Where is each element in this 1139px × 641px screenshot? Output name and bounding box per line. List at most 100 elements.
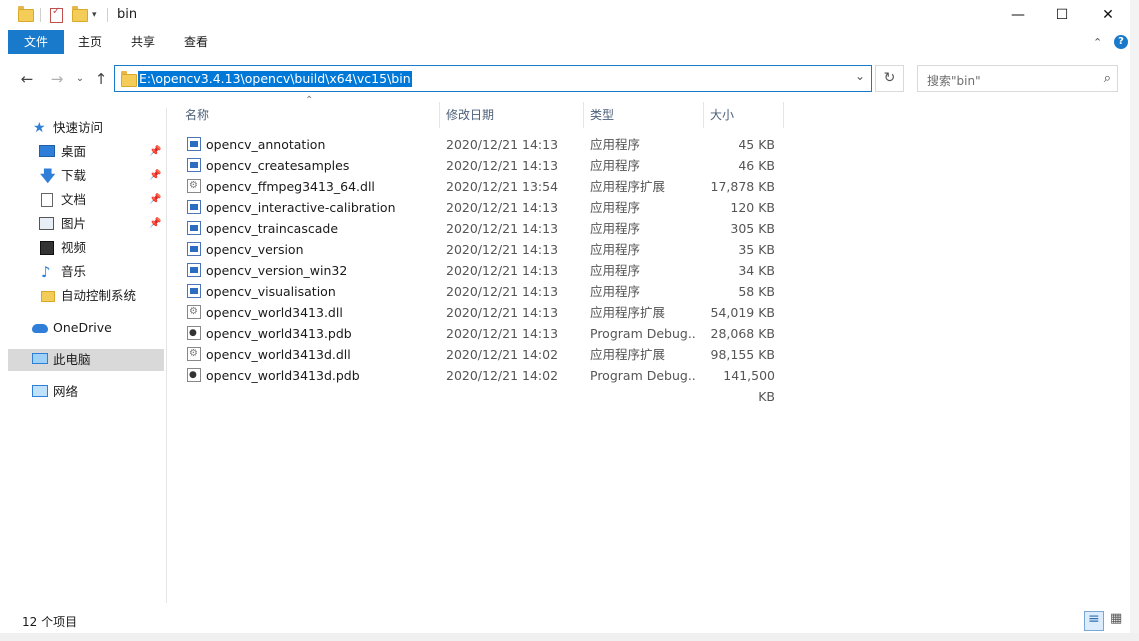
application-icon xyxy=(187,263,201,277)
nav-label: 此电脑 xyxy=(53,352,91,367)
nav-item-desktop[interactable]: 桌面 📌 xyxy=(8,141,164,163)
file-size: 17,878 KB xyxy=(710,179,775,194)
file-name: opencv_createsamples xyxy=(206,158,350,173)
nav-label: 自动控制系统 xyxy=(61,288,137,303)
chevron-down-icon[interactable]: ⌄ xyxy=(855,69,865,83)
application-icon xyxy=(187,158,201,172)
nav-item-downloads[interactable]: 🡇 下载 📌 xyxy=(8,165,164,187)
column-header-type[interactable]: 类型 xyxy=(590,102,700,128)
dll-file-icon xyxy=(187,175,201,196)
file-row[interactable]: opencv_world3413.dll 2020/12/21 14:13 应用程序… xyxy=(185,301,785,323)
file-name: opencv_world3413d.pdb xyxy=(206,368,360,383)
file-type: 应用程序 xyxy=(590,284,641,299)
file-row[interactable]: opencv_world3413d.dll 2020/12/21 14:02 应用程… xyxy=(185,343,785,365)
address-bar[interactable]: E:\opencv3.4.13\opencv\build\x64\vc15\bi… xyxy=(114,65,872,92)
file-row[interactable]: opencv_traincascade 2020/12/21 14:13 应用程序 3… xyxy=(185,218,785,239)
nav-network[interactable]: 网络 xyxy=(8,381,164,403)
column-divider[interactable] xyxy=(703,102,704,128)
file-row[interactable]: opencv_createsamples 2020/12/21 14:13 应用程序… xyxy=(185,155,785,176)
collapse-ribbon-icon[interactable]: ⌃ xyxy=(1093,36,1102,49)
file-name: opencv_world3413.pdb xyxy=(206,326,352,341)
file-type: 应用程序 xyxy=(590,200,641,215)
nav-label: 图片 xyxy=(61,216,87,231)
nav-label: 快速访问 xyxy=(53,120,104,135)
column-header-name[interactable]: 名称 xyxy=(185,102,437,128)
file-date: 2020/12/21 14:13 xyxy=(446,284,559,299)
file-date: 2020/12/21 14:02 xyxy=(446,347,559,362)
customize-toolbar-icon[interactable]: ▾ xyxy=(92,7,97,23)
file-name: opencv_world3413d.dll xyxy=(206,347,351,362)
window-title: bin xyxy=(117,7,138,22)
file-type: Program Debug... xyxy=(590,368,696,383)
column-divider[interactable] xyxy=(783,102,784,128)
computer-icon xyxy=(32,353,48,364)
column-divider[interactable] xyxy=(583,102,584,128)
new-folder-icon[interactable] xyxy=(72,5,88,23)
nav-this-pc[interactable]: 此电脑 xyxy=(8,349,164,371)
tab-file[interactable]: 文件 xyxy=(8,30,64,54)
network-icon xyxy=(32,385,48,397)
file-type: 应用程序扩展 xyxy=(590,347,666,362)
help-icon[interactable]: ? xyxy=(1114,35,1128,49)
file-size: 58 KB xyxy=(738,284,775,299)
file-name: opencv_world3413.dll xyxy=(206,305,343,320)
address-path[interactable]: E:\opencv3.4.13\opencv\build\x64\vc15\bi… xyxy=(138,71,412,87)
file-size: 45 KB xyxy=(738,137,775,152)
minimize-button[interactable]: — xyxy=(995,0,1041,30)
nav-item-pictures[interactable]: 图片 📌 xyxy=(8,213,164,235)
back-icon[interactable]: ← xyxy=(18,70,36,88)
search-input[interactable]: 搜索"bin" ⌕ xyxy=(917,65,1118,92)
nav-onedrive[interactable]: OneDrive xyxy=(8,317,164,339)
up-icon[interactable]: ↑ xyxy=(92,70,110,88)
file-date: 2020/12/21 14:13 xyxy=(446,137,559,152)
file-row[interactable]: opencv_annotation 2020/12/21 14:13 应用程序 45 … xyxy=(185,134,785,155)
file-name: opencv_version xyxy=(206,242,304,257)
nav-item-folder[interactable]: 自动控制系统 xyxy=(8,285,164,307)
search-icon[interactable]: ⌕ xyxy=(1104,71,1111,86)
cloud-icon xyxy=(32,324,48,333)
nav-quick-access[interactable]: ★ 快速访问 xyxy=(8,117,164,139)
file-row[interactable]: opencv_version 2020/12/21 14:13 应用程序 35 KB xyxy=(185,239,785,260)
file-row[interactable]: opencv_ffmpeg3413_64.dll 2020/12/21 13:54… xyxy=(185,175,785,197)
file-date: 2020/12/21 14:13 xyxy=(446,221,559,236)
column-header-date[interactable]: 修改日期 xyxy=(446,102,581,128)
close-button[interactable]: ✕ xyxy=(1085,0,1131,30)
details-view-button[interactable] xyxy=(1084,611,1104,631)
file-name: opencv_visualisation xyxy=(206,284,336,299)
nav-label: 文档 xyxy=(61,192,87,207)
refresh-button[interactable]: ↻ xyxy=(875,65,904,92)
file-date: 2020/12/21 14:13 xyxy=(446,200,559,215)
column-divider[interactable] xyxy=(439,102,440,128)
application-icon xyxy=(187,284,201,298)
file-row[interactable]: opencv_visualisation 2020/12/21 14:13 应用程序… xyxy=(185,281,785,302)
recent-locations-icon[interactable]: ⌄ xyxy=(71,70,89,88)
file-size: 35 KB xyxy=(738,242,775,257)
file-row[interactable]: opencv_world3413.pdb 2020/12/21 14:13 Prog… xyxy=(185,323,785,344)
dll-file-icon xyxy=(187,301,201,322)
maximize-button[interactable]: ☐ xyxy=(1039,0,1085,30)
tab-view[interactable]: 查看 xyxy=(174,30,218,54)
properties-icon[interactable] xyxy=(50,6,63,23)
file-row[interactable]: opencv_world3413d.pdb 2020/12/21 14:02 Pro… xyxy=(185,365,785,404)
file-row[interactable]: opencv_interactive-calibration 2020/12/21… xyxy=(185,197,785,218)
column-header-size[interactable]: 大小 xyxy=(710,102,780,128)
desktop-icon xyxy=(39,145,55,157)
tab-home[interactable]: 主页 xyxy=(68,30,112,54)
nav-label: 视频 xyxy=(61,240,87,255)
file-name: opencv_ffmpeg3413_64.dll xyxy=(206,179,375,194)
file-row[interactable]: opencv_version_win32 2020/12/21 14:13 应用程序… xyxy=(185,260,785,281)
large-icons-view-button[interactable] xyxy=(1107,611,1127,631)
file-size: 98,155 KB xyxy=(710,347,775,362)
nav-label: 桌面 xyxy=(61,144,87,159)
search-placeholder: 搜索"bin" xyxy=(927,74,981,88)
file-type: 应用程序 xyxy=(590,263,641,278)
nav-item-videos[interactable]: 视频 xyxy=(8,237,164,259)
nav-label: OneDrive xyxy=(53,320,112,335)
nav-item-music[interactable]: ♪ 音乐 xyxy=(8,261,164,283)
tab-share[interactable]: 共享 xyxy=(121,30,165,54)
nav-item-documents[interactable]: 文档 📌 xyxy=(8,189,164,211)
forward-icon[interactable]: → xyxy=(48,70,66,88)
pdb-file-icon xyxy=(187,323,201,344)
file-date: 2020/12/21 14:13 xyxy=(446,305,559,320)
folder-icon xyxy=(41,291,55,302)
